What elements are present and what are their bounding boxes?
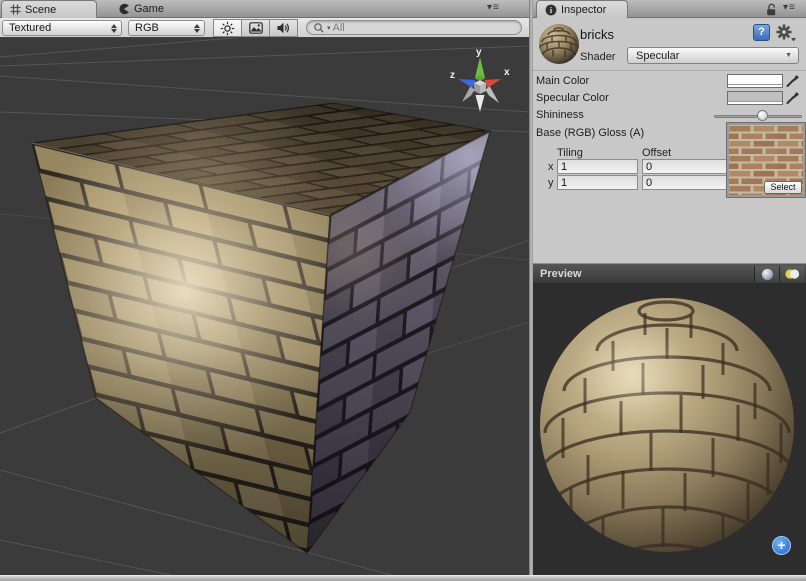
draw-mode-dropdown[interactable]: Textured [2, 20, 122, 36]
axis-x-label: x [548, 161, 554, 173]
axis-y-label: y [548, 177, 554, 189]
inspector-panel: i Inspector ▾≡ [533, 0, 806, 575]
color-mode-dropdown[interactable]: RGB [128, 20, 205, 36]
shininess-label: Shininess [536, 109, 584, 121]
material-preview-viewport[interactable]: + [533, 283, 806, 575]
dropdown-arrows-icon [111, 24, 117, 33]
add-button[interactable]: + [772, 536, 791, 555]
preview-lighting-button[interactable] [779, 266, 804, 282]
material-ball-icon [538, 23, 580, 65]
window-bottom-edge [0, 575, 806, 581]
game-icon [118, 3, 130, 15]
main-color-label: Main Color [536, 75, 589, 87]
base-texture-thumbnail[interactable]: Select [727, 123, 805, 197]
eyedropper-icon[interactable] [785, 73, 801, 88]
specular-color-label: Specular Color [536, 92, 609, 104]
shader-value: Specular [636, 50, 785, 62]
lights-icon [784, 268, 800, 280]
shader-label: Shader [580, 51, 615, 63]
tab-game-label: Game [134, 3, 164, 15]
draw-mode-value: Textured [9, 22, 107, 34]
sun-icon [220, 21, 235, 36]
alpha-bar [728, 101, 782, 104]
preview-sphere-render [533, 283, 806, 575]
inspector-panel-menu-icon[interactable]: ▾≡ [783, 2, 796, 13]
shader-dropdown[interactable]: Specular ▼ [627, 47, 799, 64]
scene-toolbar: Textured RGB [0, 18, 529, 38]
offset-x-input[interactable] [642, 159, 727, 174]
preview-shape-button[interactable] [754, 266, 779, 282]
material-name: bricks [580, 27, 614, 42]
grid-icon [10, 4, 21, 15]
offset-header: Offset [642, 147, 671, 159]
select-texture-button[interactable]: Select [764, 181, 802, 194]
gizmo-x-label[interactable]: x [504, 67, 510, 78]
lock-icon[interactable] [766, 3, 777, 16]
audio-toggle-button[interactable] [269, 19, 298, 37]
gizmo-y-label[interactable]: y [476, 47, 482, 58]
search-input[interactable] [333, 22, 515, 34]
search-icon [313, 22, 325, 34]
tiling-y-input[interactable] [557, 175, 638, 190]
tab-scene-label: Scene [25, 4, 56, 16]
tab-inspector[interactable]: i Inspector [536, 0, 628, 18]
dropdown-arrows-icon [194, 24, 200, 33]
material-inspector: bricks Shader Specular ▼ ? [533, 18, 806, 263]
chevron-down-icon: ▼ [785, 52, 792, 59]
image-icon [249, 22, 263, 34]
tiling-header: Tiling [557, 147, 583, 159]
preview-header: Preview [533, 263, 806, 283]
scene-3d-render: y z x [0, 38, 529, 575]
tab-scene[interactable]: Scene [1, 0, 97, 18]
scene-panel-menu-icon[interactable]: ▾≡ [487, 2, 500, 13]
scene-orientation-gizmo[interactable]: y z x [450, 47, 510, 112]
specular-color-swatch[interactable] [727, 91, 783, 105]
skybox-toggle-button[interactable] [241, 19, 270, 37]
base-map-label: Base (RGB) Gloss (A) [536, 127, 644, 139]
sphere-icon [761, 268, 774, 281]
gizmo-z-label[interactable]: z [450, 70, 455, 81]
slider-thumb[interactable] [757, 110, 768, 121]
search-filter-caret-icon[interactable]: ▾ [327, 24, 331, 32]
tab-game[interactable]: Game [110, 0, 190, 18]
main-color-swatch[interactable] [727, 74, 783, 88]
info-icon: i [545, 4, 557, 16]
scene-tabstrip: Scene Game ▾≡ [0, 0, 529, 18]
inspector-tabstrip: i Inspector ▾≡ [533, 0, 806, 18]
speaker-icon [276, 21, 291, 35]
tab-inspector-label: Inspector [561, 4, 606, 16]
eyedropper-icon[interactable] [785, 90, 801, 105]
color-mode-value: RGB [135, 22, 190, 34]
scene-search-field[interactable]: ▾ [306, 20, 522, 35]
gear-icon[interactable] [776, 24, 796, 42]
shininess-slider[interactable] [714, 109, 802, 123]
scene-panel: Scene Game ▾≡ Textured RGB [0, 0, 529, 575]
tiling-x-input[interactable] [557, 159, 638, 174]
unity-editor-window: Scene Game ▾≡ Textured RGB [0, 0, 806, 581]
lighting-toggle-button[interactable] [213, 19, 242, 37]
help-icon[interactable]: ? [753, 24, 770, 41]
offset-y-input[interactable] [642, 175, 727, 190]
preview-title: Preview [540, 268, 582, 280]
gizmo-axis-cones [458, 57, 501, 112]
brick-cube[interactable] [32, 103, 490, 553]
alpha-bar [728, 84, 782, 87]
scene-viewport[interactable]: y z x [0, 38, 529, 575]
section-divider [533, 70, 806, 71]
